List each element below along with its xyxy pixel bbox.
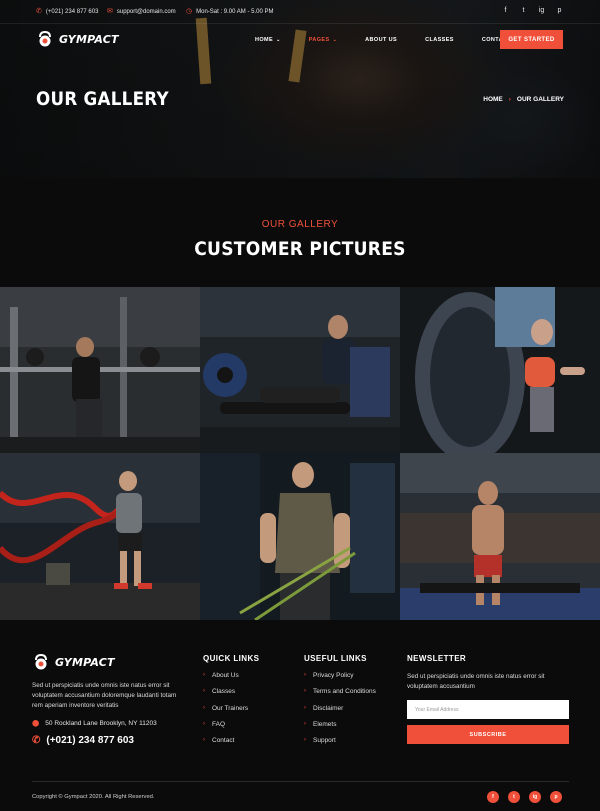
logo-text: GYMPACT	[59, 32, 119, 46]
phone-icon: ✆	[36, 8, 42, 15]
footer-link-disclaimer[interactable]: › Disclaimer	[304, 705, 376, 721]
nav-home[interactable]: HOME ⌄	[255, 37, 281, 43]
footer-link-faq[interactable]: › FAQ	[203, 721, 259, 737]
main-nav: GYMPACT HOME ⌄ PAGES ⌄ ABOUT US CLASSES …	[0, 28, 600, 52]
footer-link-support[interactable]: › Support	[304, 737, 376, 753]
footer-about-text: Sed ut perspiciatis unde omnis iste natu…	[32, 682, 177, 709]
topbar-social: f t ig p	[502, 7, 563, 14]
chevron-down-icon: ⌄	[276, 37, 281, 43]
breadcrumb-home[interactable]: HOME	[483, 96, 503, 103]
gallery-photo-treadmill-woman[interactable]	[400, 287, 600, 453]
mail-icon: ✉	[107, 8, 113, 15]
gallery-photo-resistance-bands[interactable]	[200, 453, 400, 620]
newsletter-text: Sed ut perspiciatis unde omnis iste natu…	[407, 673, 545, 690]
gallery-photo-leg-curl[interactable]	[200, 287, 400, 453]
quick-links-title: QUICK LINKS	[203, 654, 260, 663]
hero-banner: ✆ (+021) 234 877 603 ✉ support@domain.co…	[0, 0, 600, 178]
footer-link-elements[interactable]: › Elemets	[304, 721, 376, 737]
footer-address: ⬤ 50 Rockland Lane Brooklyn, NY 11203	[32, 719, 157, 728]
nav-pages[interactable]: PAGES ⌄	[309, 37, 337, 43]
footer-logo[interactable]: GYMPACT	[32, 653, 115, 670]
pinterest-icon[interactable]: p	[556, 7, 563, 14]
topbar-email[interactable]: ✉ support@domain.com	[107, 8, 176, 15]
clock-icon: ◷	[186, 8, 193, 15]
pinterest-icon[interactable]: p	[550, 791, 562, 803]
newsletter: NEWSLETTER Sed ut perspiciatis unde omni…	[407, 654, 572, 744]
photo-gallery	[0, 287, 600, 620]
gallery-photo-squat-rack[interactable]	[0, 287, 200, 453]
quick-links: QUICK LINKS › About Us › Classes › Our Trai…	[203, 654, 259, 753]
chevron-right-icon: ›	[304, 672, 306, 678]
chevron-down-icon: ⌄	[332, 37, 338, 43]
chevron-right-icon: ›	[304, 688, 306, 695]
chevron-right-icon: ›	[508, 96, 511, 103]
facebook-icon[interactable]: f	[502, 7, 509, 14]
breadcrumb-current: OUR GALLERY	[516, 96, 564, 103]
logo-text: GYMPACT	[55, 655, 115, 669]
useful-links: USEFUL LINKS › Privacy Policy › Terms and …	[304, 654, 376, 753]
footer-link-privacy-policy[interactable]: › Privacy Policy	[304, 672, 376, 688]
chevron-right-icon: ›	[304, 704, 306, 711]
useful-links-title: USEFUL LINKS	[304, 654, 367, 663]
kettlebell-icon	[36, 30, 54, 47]
location-pin-icon: ⬤	[32, 720, 40, 727]
nav-about[interactable]: ABOUT US	[365, 37, 397, 43]
topbar-hours: ◷ Mon-Sat : 9.00 AM - 5.00 PM	[186, 8, 274, 15]
footer-link-about-us[interactable]: › About Us	[203, 672, 259, 688]
footer-link-terms[interactable]: › Terms and Conditions	[304, 688, 376, 704]
subscribe-button[interactable]: SUBSCRIBE	[407, 725, 569, 744]
twitter-icon[interactable]: t	[520, 7, 527, 14]
breadcrumb: HOME › OUR GALLERY	[483, 96, 564, 103]
phone-icon: ✆	[32, 735, 41, 746]
newsletter-title: NEWSLETTER	[407, 654, 467, 663]
chevron-right-icon: ›	[203, 704, 205, 711]
footer-phone[interactable]: ✆ (+021) 234 877 603	[32, 735, 134, 746]
topbar-phone[interactable]: ✆ (+021) 234 877 603	[36, 8, 98, 15]
gallery-header: OUR GALLERY CUSTOMER PICTURES	[0, 178, 600, 287]
nav-classes[interactable]: CLASSES	[425, 37, 454, 43]
gallery-photo-battle-ropes[interactable]	[0, 453, 200, 620]
instagram-icon[interactable]: ig	[529, 791, 541, 803]
twitter-icon[interactable]: t	[508, 791, 520, 803]
chevron-right-icon: ›	[203, 737, 205, 744]
chevron-right-icon: ›	[304, 720, 306, 727]
instagram-icon[interactable]: ig	[538, 7, 545, 14]
footer-divider	[32, 781, 569, 782]
section-subtitle: OUR GALLERY	[261, 219, 339, 230]
site-logo[interactable]: GYMPACT	[36, 30, 119, 47]
facebook-icon[interactable]: f	[487, 791, 499, 803]
footer: GYMPACT Sed ut perspiciatis unde omnis i…	[0, 620, 600, 811]
get-started-button[interactable]: GET STARTED	[500, 30, 563, 49]
chevron-right-icon: ›	[203, 720, 205, 727]
gallery-photo-treadmill-man[interactable]	[400, 453, 600, 620]
footer-link-contact[interactable]: › Contact	[203, 737, 259, 753]
kettlebell-icon	[32, 653, 50, 670]
copyright: Copyright © Gympact 2020. All Right Rese…	[32, 794, 155, 800]
page-title: OUR GALLERY	[36, 88, 169, 110]
chevron-right-icon: ›	[203, 672, 205, 678]
footer-link-classes[interactable]: › Classes	[203, 688, 259, 704]
footer-social: f t ig p	[487, 791, 562, 803]
top-bar: ✆ (+021) 234 877 603 ✉ support@domain.co…	[0, 0, 600, 24]
newsletter-email-input[interactable]: Your Email Address	[407, 700, 569, 719]
footer-link-our-trainers[interactable]: › Our Trainers	[203, 705, 259, 721]
chevron-right-icon: ›	[304, 737, 306, 744]
chevron-right-icon: ›	[203, 688, 205, 695]
section-title: CUSTOMER PICTURES	[194, 238, 406, 260]
